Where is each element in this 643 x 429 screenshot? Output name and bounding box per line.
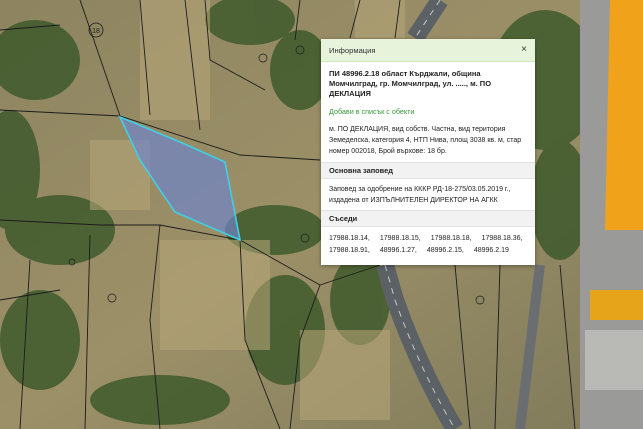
- parcel-number-label: 18: [92, 28, 100, 35]
- panel-title: Информация: [329, 45, 376, 55]
- neighbor-item[interactable]: 48996.2.19: [474, 245, 509, 256]
- panel-body: ПИ 48996.2.18 област Кърджали, община Мо…: [321, 62, 535, 256]
- order-text: Заповед за одобрение на КККР РД-18-275/0…: [329, 186, 511, 204]
- neighbor-item[interactable]: 17988.18.14,: [329, 233, 370, 244]
- neighbor-item[interactable]: 17988.18.15,: [380, 233, 421, 244]
- close-icon[interactable]: ×: [521, 45, 527, 55]
- order-section-header: Основна заповед: [321, 162, 535, 179]
- neighbor-item[interactable]: 17988.18.36,: [482, 233, 523, 244]
- neighbor-item[interactable]: 48996.2.15,: [427, 245, 464, 256]
- panel-header: Информация ×: [321, 39, 535, 62]
- parcel-description: м. ПО ДЕКЛАЦИЯ, вид собств. Частна, вид …: [329, 126, 522, 155]
- industrial-area: [580, 0, 643, 429]
- add-to-list-link[interactable]: Добави в списък с обекти: [329, 107, 527, 116]
- neighbor-item[interactable]: 17988.18.18,: [431, 233, 472, 244]
- parcel-title: ПИ 48996.2.18 област Кърджали, община Мо…: [329, 69, 492, 98]
- neighbors-section-header: Съседи: [321, 210, 535, 227]
- neighbor-item[interactable]: 48996.1.27,: [380, 245, 417, 256]
- neighbor-item[interactable]: 17988.18.91,: [329, 245, 370, 256]
- info-panel: Информация × ПИ 48996.2.18 област Кърджа…: [321, 39, 535, 265]
- neighbors-list: 17988.18.14, 17988.18.15, 17988.18.18, 1…: [329, 233, 527, 256]
